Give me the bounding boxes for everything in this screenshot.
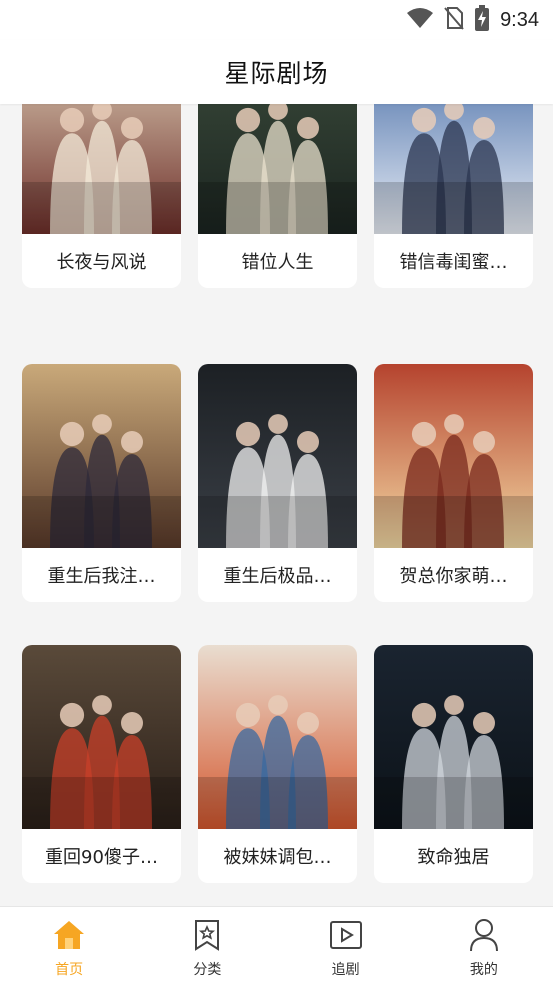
drama-card[interactable]: 错位人生	[198, 104, 357, 288]
drama-title: 重生后我注…	[47, 566, 156, 587]
tab-profile[interactable]: 我的	[415, 907, 553, 983]
drama-card[interactable]: 贺总你家萌…	[374, 364, 533, 602]
drama-card[interactable]: 长夜与风说	[22, 104, 181, 288]
poster-image	[374, 104, 533, 234]
drama-card[interactable]: 重生后我注…	[22, 364, 181, 602]
category-icon	[189, 917, 225, 953]
status-icons: 9:34	[406, 5, 539, 35]
profile-icon	[466, 917, 502, 953]
drama-card[interactable]: 重生后极品…	[198, 364, 357, 602]
status-time: 9:34	[500, 8, 539, 31]
poster-image	[22, 645, 181, 829]
drama-card[interactable]: 重回90傻子…	[22, 645, 181, 883]
status-bar: 9:34	[0, 0, 553, 40]
tab-label: 首页	[55, 962, 84, 978]
drama-title: 错位人生	[241, 252, 314, 273]
home-icon	[51, 917, 87, 953]
poster-image	[22, 104, 181, 234]
drama-title: 重生后极品…	[223, 566, 332, 587]
tab-label: 分类	[193, 962, 222, 978]
drama-card[interactable]: 致命独居	[374, 645, 533, 883]
drama-title: 重回90傻子…	[45, 847, 158, 868]
battery-charging-icon	[474, 5, 490, 35]
drama-title: 被妹妹调包…	[223, 847, 332, 868]
page-title: 星际剧场	[224, 59, 329, 88]
tab-label: 追剧	[331, 962, 360, 978]
drama-grid[interactable]: 长夜与风说 错位人生 错信毒闺蜜… 重生后我注… 重生后极品… 贺总你家萌… 重…	[0, 104, 553, 906]
bottom-tab-bar: 首页 分类 追剧 我的	[0, 906, 553, 983]
tab-category[interactable]: 分类	[138, 907, 276, 983]
drama-title: 贺总你家萌…	[399, 566, 508, 587]
tab-following[interactable]: 追剧	[277, 907, 415, 983]
drama-card[interactable]: 被妹妹调包…	[198, 645, 357, 883]
play-icon	[328, 917, 364, 953]
poster-image	[198, 645, 357, 829]
app-bar: 星际剧场	[0, 40, 553, 104]
poster-image	[374, 364, 533, 548]
wifi-icon	[406, 7, 434, 33]
poster-image	[198, 364, 357, 548]
poster-image	[374, 645, 533, 829]
no-sim-icon	[444, 6, 464, 34]
drama-title: 致命独居	[417, 847, 490, 868]
tab-label: 我的	[469, 962, 498, 978]
poster-image	[198, 104, 357, 234]
drama-title: 错信毒闺蜜…	[399, 252, 508, 273]
tab-home[interactable]: 首页	[0, 907, 138, 983]
drama-card[interactable]: 错信毒闺蜜…	[374, 104, 533, 288]
drama-title: 长夜与风说	[56, 252, 147, 273]
poster-image	[22, 364, 181, 548]
